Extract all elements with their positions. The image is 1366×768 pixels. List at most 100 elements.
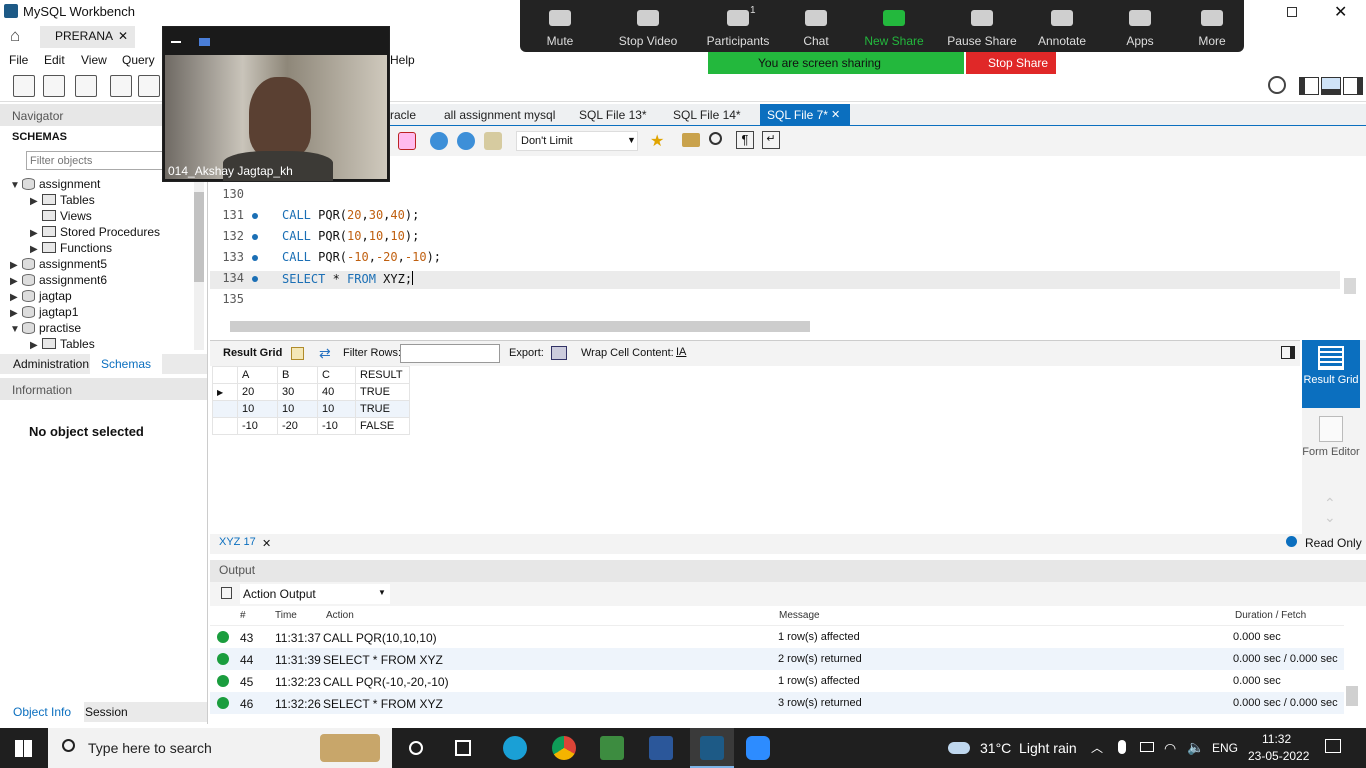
column-header[interactable]: B xyxy=(277,366,318,384)
zoom-control-more[interactable]: More xyxy=(1172,0,1252,52)
taskbar-search-box[interactable]: Type here to search xyxy=(48,728,392,768)
editor-tab[interactable]: SQL File 13* xyxy=(579,108,647,122)
result-tab[interactable]: XYZ 17 xyxy=(219,536,256,548)
table-row[interactable]: ▶ 20 30 40 TRUE xyxy=(212,383,410,401)
editor-tab[interactable]: all assignment mysql xyxy=(444,108,555,122)
menu-file[interactable]: File xyxy=(9,53,28,67)
stop-query-icon[interactable] xyxy=(398,132,416,150)
output-row[interactable]: 44 11:31:39 SELECT * FROM XYZ 2 row(s) retu… xyxy=(210,648,1344,670)
scroll-arrows-icon[interactable]: ⌃ ⌄ xyxy=(1324,496,1336,524)
editor-tab[interactable]: racle xyxy=(390,108,416,122)
tab-session[interactable]: Session xyxy=(85,705,128,719)
weather-label[interactable]: 31°C Light rain xyxy=(980,740,1077,756)
table-cell[interactable]: 30 xyxy=(277,383,318,401)
toggle-panel-icon[interactable] xyxy=(1281,346,1295,359)
zoom-control-new-share[interactable]: New Share xyxy=(854,0,934,52)
participant-video-window[interactable]: 014_Akshay Jagtap_kh xyxy=(162,26,390,182)
autocommit-icon[interactable] xyxy=(484,132,502,150)
column-header[interactable]: RESULT xyxy=(355,366,410,384)
zoom-control-participants[interactable]: 1 Participants xyxy=(698,0,778,52)
volume-icon[interactable]: 🔈 xyxy=(1187,739,1204,756)
word-app-icon[interactable] xyxy=(649,736,673,760)
table-cell[interactable]: 10 xyxy=(317,400,356,418)
table-cell[interactable]: 20 xyxy=(237,383,278,401)
tree-item[interactable]: ▶ Stored Procedures xyxy=(10,224,194,240)
code-line[interactable]: 135 xyxy=(210,292,1340,310)
table-cell[interactable]: 10 xyxy=(237,400,278,418)
table-cell[interactable]: TRUE xyxy=(355,383,410,401)
tree-item[interactable]: ▶ jagtap xyxy=(10,288,194,304)
notifications-icon[interactable] xyxy=(1325,739,1341,753)
table-cell[interactable]: -10 xyxy=(317,417,356,435)
create-schema-icon[interactable] xyxy=(110,75,132,97)
microphone-tray-icon[interactable] xyxy=(1118,740,1126,754)
tree-item[interactable]: ▶ jagtap1 xyxy=(10,304,194,320)
tab-schemas[interactable]: Schemas xyxy=(90,354,163,374)
editor-scrollbar[interactable] xyxy=(1342,156,1358,318)
zoom-control-annotate[interactable]: Annotate xyxy=(1022,0,1102,52)
collapse-arrow-icon[interactable]: ▼ xyxy=(10,178,22,194)
tree-item[interactable]: ▶ Tables xyxy=(10,192,194,208)
editor-tab-active[interactable]: SQL File 7* ✕ xyxy=(760,104,850,126)
column-header[interactable]: A xyxy=(237,366,278,384)
navigator-scrollbar[interactable] xyxy=(194,178,204,350)
menu-help[interactable]: Help xyxy=(390,53,415,67)
output-row[interactable]: 46 11:32:26 SELECT * FROM XYZ 3 row(s) retu… xyxy=(210,692,1344,714)
zoom-control-mute[interactable]: Mute xyxy=(520,0,600,52)
zoom-control-stop-video[interactable]: Stop Video xyxy=(608,0,688,52)
wrap-cell-icon[interactable]: IA xyxy=(676,346,686,358)
table-row[interactable]: 10 10 10 TRUE xyxy=(212,400,410,418)
editor-hscrollbar[interactable] xyxy=(210,318,1340,336)
code-line[interactable]: 133 CALL PQR(-10,-20,-10); xyxy=(210,250,1340,268)
stop-share-button[interactable]: Stop Share xyxy=(966,52,1056,74)
chrome-browser-icon[interactable] xyxy=(552,736,576,760)
open-sql-file-icon[interactable] xyxy=(43,75,65,97)
tab-administration[interactable]: Administration xyxy=(13,357,89,371)
layout-toggle-bottom-icon[interactable] xyxy=(1321,77,1341,95)
row-marker[interactable] xyxy=(212,400,238,418)
output-row[interactable]: 43 11:31:37 CALL PQR(10,10,10) 1 row(s) aff… xyxy=(210,626,1344,648)
bookmark-star-icon[interactable]: ★ xyxy=(650,131,664,151)
video-minimize-icon[interactable] xyxy=(171,41,181,43)
code-line[interactable]: 131 CALL PQR(20,30,40); xyxy=(210,208,1340,226)
windows-start-icon[interactable] xyxy=(15,740,32,757)
row-marker[interactable] xyxy=(212,417,238,435)
close-window-button[interactable]: ✕ xyxy=(1334,2,1347,22)
table-cell[interactable]: -20 xyxy=(277,417,318,435)
settings-gear-icon[interactable] xyxy=(1268,76,1286,94)
tree-item[interactable]: ▶ Tables xyxy=(10,336,194,352)
form-editor-button[interactable]: Form Editor xyxy=(1302,414,1360,474)
layout-toggle-left-icon[interactable] xyxy=(1299,77,1319,95)
table-cell[interactable]: 40 xyxy=(317,383,356,401)
battery-icon[interactable] xyxy=(1140,742,1154,752)
tree-item[interactable]: ▶ assignment6 xyxy=(10,272,194,288)
video-layout-icon[interactable] xyxy=(199,38,210,46)
tree-item[interactable]: Views xyxy=(10,208,194,224)
column-header[interactable]: C xyxy=(317,366,356,384)
find-icon[interactable] xyxy=(709,132,722,145)
output-row[interactable]: 45 11:32:23 CALL PQR(-10,-20,-10) 1 row(s) … xyxy=(210,670,1344,692)
collapse-arrow-icon[interactable]: ▼ xyxy=(10,322,22,338)
code-line[interactable]: 134 SELECT * FROM XYZ; xyxy=(210,271,1340,289)
edge-browser-icon[interactable] xyxy=(503,736,527,760)
inspector-icon[interactable] xyxy=(75,75,97,97)
beautify-icon[interactable] xyxy=(682,133,700,147)
table-cell[interactable]: -10 xyxy=(237,417,278,435)
clock-date[interactable]: 23-05-2022 xyxy=(1248,749,1309,763)
editor-tab[interactable]: SQL File 14* xyxy=(673,108,741,122)
zoom-control-apps[interactable]: Apps xyxy=(1100,0,1180,52)
wifi-icon[interactable]: ◠ xyxy=(1164,740,1176,757)
new-sql-tab-icon[interactable] xyxy=(13,75,35,97)
chart-app-icon[interactable] xyxy=(600,736,624,760)
code-line[interactable]: 130 xyxy=(210,187,1340,205)
clock-time[interactable]: 11:32 xyxy=(1262,732,1291,746)
tree-item[interactable]: ▼ practise xyxy=(10,320,194,336)
result-grid-view-button[interactable]: Result Grid xyxy=(1302,340,1360,408)
task-view-icon[interactable] xyxy=(409,741,423,755)
chevron-up-icon[interactable]: ︿ xyxy=(1091,739,1103,756)
code-line[interactable]: 132 CALL PQR(10,10,10); xyxy=(210,229,1340,247)
mysql-workbench-taskbar-icon[interactable] xyxy=(690,728,734,768)
table-row[interactable]: -10 -20 -10 FALSE xyxy=(212,417,410,435)
tab-object-info[interactable]: Object Info xyxy=(0,702,85,722)
limit-select[interactable]: Don't Limit ▼ xyxy=(516,131,638,151)
